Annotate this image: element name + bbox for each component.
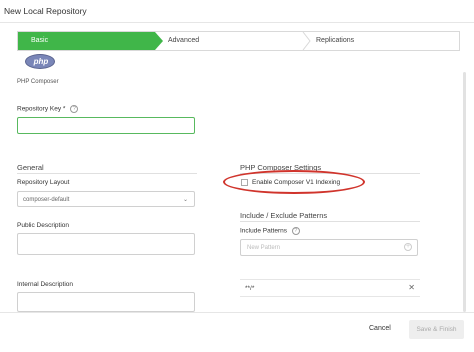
new-pattern-placeholder: New Pattern: [247, 245, 281, 251]
php-logo-text: php: [33, 57, 49, 66]
public-description-label: Public Description: [17, 222, 70, 229]
highlight-annotation: [223, 170, 365, 194]
step-advanced[interactable]: Advanced: [166, 32, 199, 50]
patterns-divider: [240, 221, 420, 222]
question-circle-icon[interactable]: ?: [70, 105, 79, 113]
php-logo-icon: php: [25, 54, 55, 69]
patterns-title: Include / Exclude Patterns: [240, 211, 328, 220]
repository-layout-select[interactable]: composer-default ⌄: [17, 191, 195, 207]
package-type-label: PHP Composer: [17, 79, 59, 85]
public-description-input[interactable]: [17, 233, 195, 255]
repository-layout-value: composer-default: [23, 197, 70, 203]
chevron-down-icon: ⌄: [182, 197, 188, 203]
question-circle-icon[interactable]: ?: [291, 227, 300, 235]
repository-key-input[interactable]: [17, 117, 195, 134]
step-separator-icon: [302, 32, 311, 50]
dialog-footer: [0, 312, 474, 352]
step-replications[interactable]: Replications: [316, 32, 354, 50]
dialog-title: New Local Repository: [4, 6, 87, 16]
remove-pattern-icon[interactable]: ✕: [408, 283, 415, 292]
dialog-titlebar: New Local Repository: [0, 0, 474, 23]
repository-key-label-text: Repository Key *: [17, 105, 66, 113]
repository-layout-label: Repository Layout: [17, 179, 70, 186]
general-divider: [17, 173, 197, 174]
cancel-button[interactable]: Cancel: [369, 325, 391, 332]
add-pattern-icon[interactable]: +: [404, 243, 412, 251]
repository-key-label: Repository Key * ?: [17, 105, 79, 113]
pattern-value: **/*: [245, 285, 255, 292]
include-patterns-label: Include Patterns ?: [240, 227, 300, 235]
save-finish-button[interactable]: Save & Finish: [409, 320, 464, 339]
wizard-stepper: Basic Advanced Replications: [17, 31, 460, 51]
scrollbar[interactable]: [463, 72, 466, 312]
cut-off-content: [242, 307, 282, 320]
include-patterns-label-text: Include Patterns: [240, 227, 287, 235]
internal-description-label: Internal Description: [17, 281, 73, 288]
pattern-list-item: **/* ✕: [240, 279, 420, 297]
step-basic[interactable]: Basic: [18, 32, 163, 50]
general-section-title: General: [17, 163, 44, 172]
internal-description-input[interactable]: [17, 292, 195, 312]
new-pattern-input[interactable]: New Pattern +: [240, 239, 418, 256]
